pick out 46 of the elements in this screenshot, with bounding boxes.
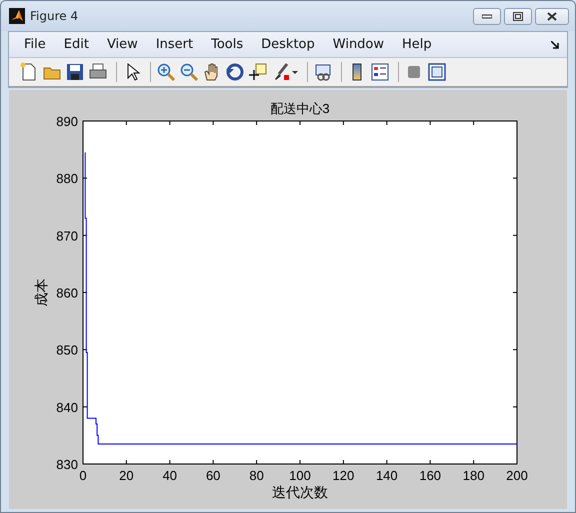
zoom-out-icon[interactable] <box>179 62 199 82</box>
x-tick-label: 0 <box>79 468 87 483</box>
x-tick-label: 100 <box>289 468 311 483</box>
x-tick-label: 200 <box>506 468 528 483</box>
menu-item[interactable]: View <box>100 37 145 52</box>
y-tick-label: 850 <box>56 342 78 358</box>
maximize-icon <box>513 12 523 20</box>
legend-icon[interactable] <box>370 62 390 82</box>
zoom-in-icon[interactable] <box>156 62 176 82</box>
y-tick-label: 870 <box>56 228 78 244</box>
x-axis-label: 迭代次数 <box>272 484 328 500</box>
menu-item[interactable]: Window <box>326 37 392 52</box>
y-tick-label: 830 <box>56 457 78 472</box>
x-tick-label: 160 <box>419 468 442 483</box>
y-tick-label: 840 <box>56 400 78 415</box>
link-plot-icon[interactable] <box>313 62 333 82</box>
menu-item[interactable]: Desktop <box>254 37 322 52</box>
maximize-button[interactable] <box>504 8 532 24</box>
close-button[interactable] <box>535 8 569 24</box>
dock-arrow-icon[interactable] <box>551 40 559 48</box>
x-tick-label: 20 <box>119 468 134 483</box>
data-cursor-icon[interactable] <box>248 62 268 82</box>
y-tick-label: 890 <box>56 114 78 129</box>
x-tick-label: 40 <box>162 468 178 483</box>
rotate-icon[interactable] <box>225 62 245 82</box>
y-tick-label: 860 <box>56 286 78 300</box>
x-tick-label: 80 <box>249 468 264 483</box>
minimize-button[interactable] <box>473 8 501 24</box>
x-tick-label: 140 <box>376 468 398 483</box>
menu-item[interactable]: Edit <box>56 37 96 52</box>
menu-item[interactable]: File <box>17 37 53 52</box>
chart-title: 配送中心3 <box>270 101 330 116</box>
app-logo-icon <box>9 8 25 24</box>
x-tick-label: 180 <box>462 468 484 483</box>
menu-item[interactable]: Tools <box>204 37 250 52</box>
y-tick-label: 880 <box>56 171 78 186</box>
menu-item[interactable]: Insert <box>148 37 200 52</box>
show-tools-icon[interactable] <box>427 62 447 82</box>
window-title: Figure 4 <box>30 9 80 23</box>
x-tick-label: 60 <box>206 468 220 483</box>
close-icon <box>547 12 557 20</box>
menu-item[interactable]: Help <box>395 37 439 52</box>
minimize-icon <box>482 13 492 19</box>
save-icon[interactable] <box>65 62 85 82</box>
y-axis-label: 成本 <box>33 278 49 306</box>
x-tick-label: 120 <box>332 468 354 483</box>
